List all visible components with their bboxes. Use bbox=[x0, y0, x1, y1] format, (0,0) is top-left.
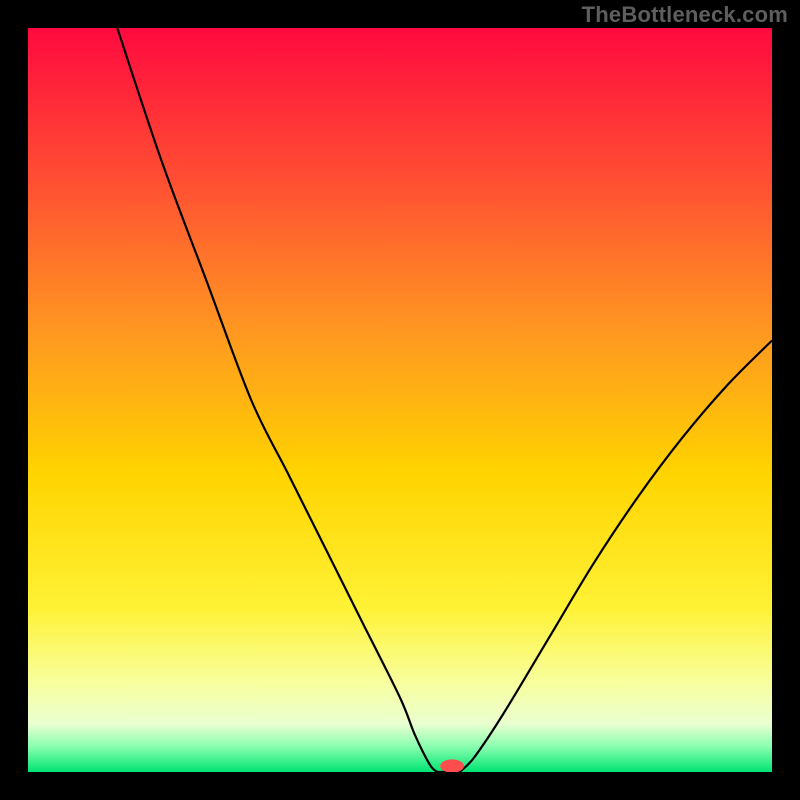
bottleneck-chart bbox=[28, 28, 772, 772]
chart-frame: TheBottleneck.com bbox=[0, 0, 800, 800]
watermark-text: TheBottleneck.com bbox=[582, 2, 788, 28]
plot-background bbox=[28, 28, 772, 772]
